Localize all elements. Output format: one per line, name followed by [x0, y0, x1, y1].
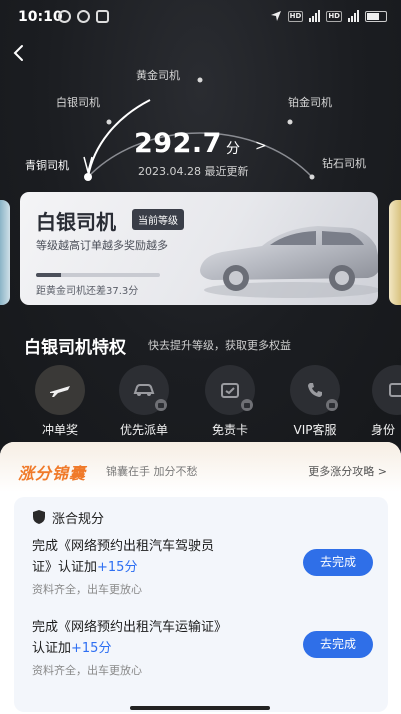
- mute-icon: [58, 10, 71, 23]
- card-icon: [221, 383, 239, 398]
- level-progress-bar: [36, 273, 160, 277]
- privilege-label: VIP客服: [293, 423, 337, 437]
- score-unit: 分: [226, 141, 240, 157]
- lock-icon: [241, 399, 253, 411]
- level-card-title: 白银司机: [36, 210, 116, 234]
- car-icon: [133, 384, 155, 396]
- privilege-label: 优先派单: [119, 423, 168, 437]
- task-text-line-2-main: 证》认证加: [32, 560, 98, 575]
- task-item: 完成《网络预约出租汽车运输证》 认证加+15分 资料齐全，出车更放心: [32, 617, 292, 678]
- lock-icon: [326, 399, 338, 411]
- gauge-level-platinum: 铂金司机: [288, 96, 332, 109]
- hd-icon-2: HD: [326, 10, 342, 22]
- task-points: +15分: [71, 641, 112, 656]
- privilege-icon-wrap: [35, 365, 85, 415]
- task-text-line-2: 认证加+15分: [32, 638, 292, 659]
- score-updated-date: 2023.04.28 最近更新: [138, 165, 249, 178]
- current-level-badge: 当前等级: [132, 209, 184, 230]
- signal-icon-2: [348, 10, 359, 22]
- status-bar: 10:10 HD HD: [0, 0, 401, 34]
- alarm-icon: [77, 10, 90, 23]
- privilege-item[interactable]: 冲单奖: [22, 365, 98, 438]
- next-level-card-edge[interactable]: [389, 200, 401, 305]
- status-notification-icons: [58, 10, 109, 23]
- privileges-subtitle: 快去提升等级，获取更多权益: [148, 339, 291, 352]
- compliance-task-panel: [14, 497, 388, 712]
- app-notification-icon: [96, 10, 109, 23]
- privilege-item[interactable]: 免责卡: [192, 365, 268, 438]
- privilege-icon-wrap: [205, 365, 255, 415]
- privilege-icon-wrap: [290, 365, 340, 415]
- gauge-level-bronze: 青铜司机: [25, 159, 69, 172]
- prev-level-card-edge[interactable]: [0, 200, 10, 305]
- more-tips-link[interactable]: 更多涨分攻略 >: [308, 463, 387, 479]
- task-hint: 资料齐全，出车更放心: [32, 664, 142, 677]
- home-indicator[interactable]: [130, 706, 270, 710]
- task-text-line-2: 证》认证加+15分: [32, 557, 292, 578]
- status-system-icons: HD HD: [270, 10, 387, 22]
- task-item: 完成《网络预约出租汽车驾驶员 证》认证加+15分 资料齐全，出车更放心: [32, 536, 292, 597]
- signal-icon: [309, 10, 321, 22]
- task-text-line-1: 完成《网络预约出租汽车运输证》: [32, 620, 228, 635]
- id-icon: [389, 383, 401, 397]
- privilege-item[interactable]: 身份: [358, 365, 401, 438]
- privilege-item[interactable]: VIP客服: [277, 365, 353, 438]
- chevron-right-icon[interactable]: >: [255, 138, 267, 154]
- privilege-icon-wrap: [119, 365, 169, 415]
- level-card-description: 等级越高订单越多奖励越多: [36, 239, 168, 252]
- privilege-label: 身份: [371, 423, 396, 437]
- gauge-level-diamond: 钻石司机: [322, 157, 366, 170]
- lock-icon: [155, 399, 167, 411]
- privilege-item[interactable]: 优先派单: [106, 365, 182, 438]
- panel-title: 涨合规分: [52, 512, 105, 527]
- driver-score[interactable]: 292.7: [134, 128, 222, 159]
- privileges-title: 白银司机特权: [24, 338, 126, 358]
- silver-car-illustration: [200, 226, 378, 298]
- phone-icon: [308, 383, 322, 397]
- privilege-label: 免责卡: [211, 423, 248, 437]
- task-hint: 资料齐全，出车更放心: [32, 583, 142, 596]
- privilege-icon-wrap: [372, 365, 401, 415]
- sheet-brand-title: 涨分锦囊: [18, 464, 87, 483]
- current-level-card[interactable]: 白银司机 当前等级 等级越高订单越多奖励越多 距黄金司机还差37.3分: [20, 192, 378, 305]
- task-text-line-2-main: 认证加: [32, 641, 72, 656]
- gauge-level-silver: 白银司机: [56, 96, 100, 109]
- sheet-brand-subtitle: 锦囊在手 加分不愁: [106, 465, 198, 478]
- complete-task-button[interactable]: 去完成: [303, 631, 373, 658]
- gauge-level-gold: 黄金司机: [136, 69, 180, 82]
- task-points: +15分: [97, 560, 138, 575]
- plane-icon: [50, 386, 70, 397]
- level-progress-fill: [36, 273, 61, 277]
- task-text-line-1: 完成《网络预约出租汽车驾驶员: [32, 539, 215, 554]
- status-time: 10:10: [18, 9, 63, 25]
- hd-icon: HD: [287, 10, 304, 22]
- shield-icon: [33, 510, 45, 524]
- privilege-label: 冲单奖: [41, 423, 78, 437]
- level-remaining-text: 距黄金司机还差37.3分: [36, 286, 139, 297]
- location-icon: [270, 11, 281, 21]
- score-tips-sheet: 涨分锦囊 锦囊在手 加分不愁 更多涨分攻略 > 涨合规分 完成《网络预约出租汽车…: [0, 442, 401, 714]
- complete-task-button[interactable]: 去完成: [303, 549, 373, 576]
- battery-icon: [365, 10, 387, 22]
